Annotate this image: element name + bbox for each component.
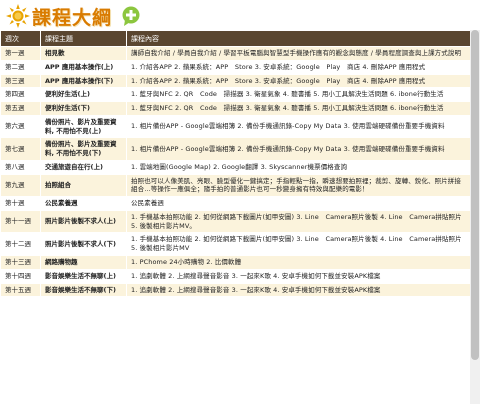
topic-cell: 拍照組合 — [40, 173, 127, 198]
week-cell: 第八週 — [0, 159, 41, 175]
table-row: 第八週 交通旅遊自在行(上) 1. 雲端地圖(Google Map) 2. Goog… — [0, 159, 470, 175]
table-row: 第二週 APP 應用基本操作(上) 1. 介紹各APP 2. 蘋果系統：APP St… — [0, 59, 470, 75]
table-row: 第十五週 影音娛樂生活不無聊(下) 1. 追劇軟體 2. 上網搜尋聲音影音 3. 一… — [0, 282, 470, 298]
week-cell: 第十週 — [0, 196, 41, 211]
table-row: 第七週 備份照片、影片及重要資料, 不用怕不見(下) 1. 相片備份APP - Go… — [0, 137, 470, 161]
week-cell: 第十五週 — [0, 282, 41, 298]
topic-cell: 便利好生活(下) — [40, 101, 127, 116]
week-cell: 第五週 — [0, 101, 41, 116]
table-row: 第一週 相見歡 講師自我介紹 / 學員自我介紹 / 學習平板電腦與智慧型手機操作應有… — [0, 46, 470, 61]
table-row: 第十二週 照片影片後製不求人(下) 1. 手機基本拍照功能 2. 如何從網路下載圖片… — [0, 232, 470, 257]
week-cell: 第四週 — [0, 87, 41, 103]
sun-icon — [6, 4, 30, 28]
column-header-content: 課程內容 — [126, 30, 470, 47]
scrollbar-thumb[interactable] — [471, 30, 479, 360]
week-cell: 第九週 — [0, 173, 41, 198]
week-cell: 第十四週 — [0, 268, 41, 284]
content-cell: 1. 追劇軟體 2. 上網搜尋聲音影音 3. 一起來K歌 4. 安卓手機如何下載… — [126, 268, 470, 284]
content-cell: 1. 雲端地圖(Google Map) 2. Google翻譯 3. Skysc… — [126, 159, 470, 175]
column-header-week: 週次 — [0, 30, 41, 47]
content-cell: 1. 介紹各APP 2. 蘋果系統：APP Store 3. 安卓系統：Goog… — [126, 73, 470, 89]
content-cell: 1. PChome 24小時購物 2. 比價軟體 — [126, 255, 470, 270]
topic-cell: 網路購物趣 — [40, 255, 127, 270]
week-cell: 第七週 — [0, 137, 41, 161]
table-row: 第十三週 網路購物趣 1. PChome 24小時購物 2. 比價軟體 — [0, 255, 470, 270]
page-title: 課程大綱 — [32, 6, 113, 29]
week-cell: 第十三週 — [0, 255, 41, 270]
topic-cell: 備份照片、影片及重要資料, 不用怕不見(上) — [40, 114, 127, 139]
topic-cell: APP 應用基本操作(下) — [40, 73, 127, 89]
week-cell: 第六週 — [0, 114, 41, 139]
content-cell: 1. 介紹各APP 2. 蘋果系統：APP Store 3. 安卓系統：Goog… — [126, 59, 470, 75]
column-header-topic: 課程主題 — [40, 30, 127, 47]
content-cell: 拍照也可以人像美肌、亮眼、臉型優化一鍵搞定；手指輕點一指，瞬速想要拍照裡；裁剪、… — [126, 173, 470, 198]
table-row: 第十四週 影音娛樂生活不無聊(上) 1. 追劇軟體 2. 上網搜尋聲音影音 3. 一… — [0, 268, 470, 284]
content-cell: 1. 藍牙與NFC 2. QR Code 掃描器 3. 衛星氣象 4. 聽書播 … — [126, 101, 470, 116]
content-cell: 1. 相片備份APP - Google雲端相簿 2. 備份手機通訊錄-Copy … — [126, 137, 470, 161]
table-row: 第五週 便利好生活(下) 1. 藍牙與NFC 2. QR Code 掃描器 3. 衛… — [0, 101, 470, 116]
week-cell: 第十二週 — [0, 232, 41, 257]
topic-cell: 影音娛樂生活不無聊(下) — [40, 282, 127, 298]
week-cell: 第三週 — [0, 73, 41, 89]
topic-cell: 備份照片、影片及重要資料, 不用怕不見(下) — [40, 137, 127, 161]
topic-cell: 影音娛樂生活不無聊(上) — [40, 268, 127, 284]
topic-cell: 公民素養週 — [40, 196, 127, 211]
topic-cell: 交通旅遊自在行(上) — [40, 159, 127, 175]
content-cell: 1. 手機基本拍照功能 2. 如何從網路下載圖片(如甲安圖) 3. Line C… — [126, 232, 470, 257]
topic-cell: 相見歡 — [40, 46, 127, 61]
content-cell: 公民素養週 — [126, 196, 470, 211]
table-header-row: 週次 課程主題 課程內容 — [0, 30, 470, 47]
content-cell: 1. 藍牙與NFC 2. QR Code 掃描器 3. 衛星氣象 4. 聽書播 … — [126, 87, 470, 103]
table-row: 第三週 APP 應用基本操作(下) 1. 介紹各APP 2. 蘋果系統：APP St… — [0, 73, 470, 89]
table-row: 第十週 公民素養週 公民素養週 — [0, 196, 470, 211]
table-row: 第十一週 照片影片後製不求人(上) 1. 手機基本拍照功能 2. 如何從網路下載圖片… — [0, 209, 470, 234]
topic-cell: APP 應用基本操作(上) — [40, 59, 127, 75]
page-header: 課程大綱 — [0, 0, 480, 32]
week-cell: 第一週 — [0, 46, 41, 61]
course-outline-scroll-area[interactable]: 週次 課程主題 課程內容 第一週 相見歡 講師自我介紹 / 學員自我介紹 / 學習平… — [0, 30, 470, 404]
content-cell: 1. 手機基本拍照功能 2. 如何從網路下載圖片(如甲安圖) 3. Line C… — [126, 209, 470, 234]
week-cell: 第十一週 — [0, 209, 41, 234]
speech-bubble-icon[interactable] — [120, 6, 142, 26]
table-row: 第六週 備份照片、影片及重要資料, 不用怕不見(上) 1. 相片備份APP - Go… — [0, 114, 470, 139]
table-body: 第一週 相見歡 講師自我介紹 / 學員自我介紹 / 學習平板電腦與智慧型手機操作應有… — [0, 46, 470, 298]
week-cell: 第二週 — [0, 59, 41, 75]
topic-cell: 便利好生活(上) — [40, 87, 127, 103]
table-row: 第四週 便利好生活(上) 1. 藍牙與NFC 2. QR Code 掃描器 3. 衛… — [0, 87, 470, 103]
content-cell: 1. 追劇軟體 2. 上網搜尋聲音影音 3. 一起來K歌 4. 安卓手機如何下載… — [126, 282, 470, 298]
vertical-scrollbar[interactable] — [470, 30, 480, 404]
content-cell: 1. 相片備份APP - Google雲端相簿 2. 備份手機通訊錄-Copy … — [126, 114, 470, 139]
table-row: 第九週 拍照組合 拍照也可以人像美肌、亮眼、臉型優化一鍵搞定；手指輕點一指，瞬速想要… — [0, 173, 470, 198]
content-cell: 講師自我介紹 / 學員自我介紹 / 學習平板電腦與智慧型手機操作應有的觀念與態度… — [126, 46, 470, 61]
course-outline-table: 週次 課程主題 課程內容 第一週 相見歡 講師自我介紹 / 學員自我介紹 / 學習平… — [0, 30, 470, 298]
topic-cell: 照片影片後製不求人(上) — [40, 209, 127, 234]
topic-cell: 照片影片後製不求人(下) — [40, 232, 127, 257]
